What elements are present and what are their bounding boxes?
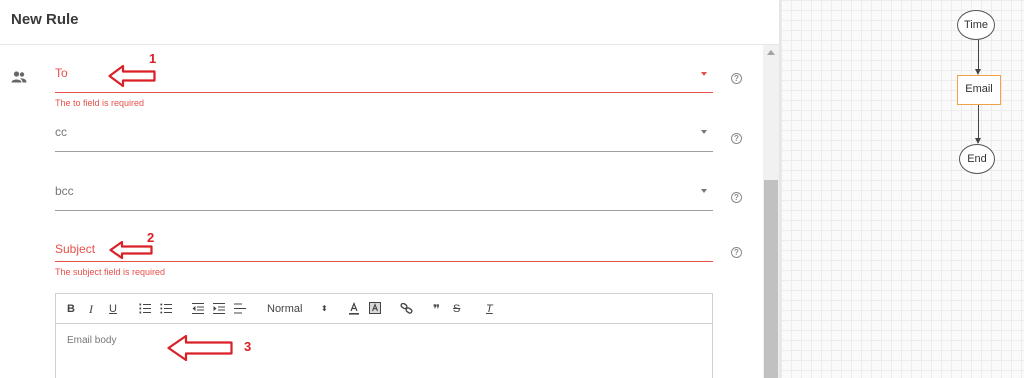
editor-toolbar: B I U Normal ⬍ ❞ S T [56, 294, 712, 324]
annotation-number-2: 2 [147, 230, 155, 245]
ordered-list-icon[interactable] [139, 303, 151, 314]
app: New Rule To The to field is required ? c… [0, 0, 1024, 378]
blockquote-button[interactable]: ❞ [433, 302, 440, 316]
flow-edge [978, 105, 979, 138]
cc-label: cc [55, 125, 67, 139]
annotation-number-3: 3 [244, 339, 252, 354]
to-underline [55, 92, 713, 93]
help-circle-icon[interactable]: ? [731, 133, 742, 144]
bcc-field[interactable]: bcc [55, 181, 713, 211]
subject-underline [55, 261, 713, 262]
link-icon[interactable] [400, 303, 413, 314]
scroll-up-arrow-icon[interactable] [763, 45, 779, 61]
email-body-placeholder: Email body [67, 335, 117, 346]
page-title: New Rule [11, 11, 79, 28]
header: New Rule [0, 0, 779, 45]
people-icon [11, 71, 27, 83]
scrollbar[interactable] [763, 45, 779, 378]
underline-button[interactable]: U [109, 302, 117, 316]
flow-node-time[interactable]: Time [957, 10, 995, 40]
align-left-icon[interactable] [234, 303, 246, 314]
caret-down-icon[interactable] [701, 130, 707, 134]
cc-field[interactable]: cc [55, 122, 713, 152]
flow-canvas[interactable]: Time Email End [781, 0, 1024, 378]
bold-button[interactable]: B [67, 302, 75, 316]
select-arrows-icon[interactable]: ⬍ [321, 302, 328, 316]
subject-label: Subject [55, 242, 96, 256]
text-color-icon[interactable] [348, 302, 360, 315]
indent-icon[interactable] [213, 303, 225, 314]
scroll-thumb[interactable] [764, 180, 778, 378]
strikethrough-button[interactable]: S [453, 302, 460, 316]
bullet-list-icon[interactable] [160, 303, 172, 314]
clear-formatting-button[interactable]: T [486, 302, 493, 316]
annotation-number-1: 1 [149, 51, 157, 66]
outdent-icon[interactable] [192, 303, 204, 314]
to-error-message: The to field is required [55, 98, 145, 108]
flow-node-email[interactable]: Email [957, 75, 1001, 105]
cc-underline [55, 151, 713, 152]
highlight-color-icon[interactable] [369, 302, 381, 315]
italic-button[interactable]: I [89, 302, 93, 316]
bcc-underline [55, 210, 713, 211]
help-circle-icon[interactable]: ? [731, 73, 742, 84]
font-size-select[interactable]: Normal [267, 302, 302, 316]
help-circle-icon[interactable]: ? [731, 247, 742, 258]
annotation-arrow-3 [167, 334, 233, 362]
to-label: To [55, 66, 68, 80]
subject-error-message: The subject field is required [55, 267, 166, 277]
caret-down-icon[interactable] [701, 189, 707, 193]
email-body-editor[interactable]: B I U Normal ⬍ ❞ S T Email body [55, 293, 713, 378]
flow-edge [978, 40, 979, 69]
help-circle-icon[interactable]: ? [731, 192, 742, 203]
flow-node-end[interactable]: End [959, 144, 995, 174]
rule-editor-panel: New Rule To The to field is required ? c… [0, 0, 779, 378]
bcc-label: bcc [55, 184, 74, 198]
caret-down-icon[interactable] [701, 72, 707, 76]
annotation-arrow-1 [108, 64, 156, 88]
